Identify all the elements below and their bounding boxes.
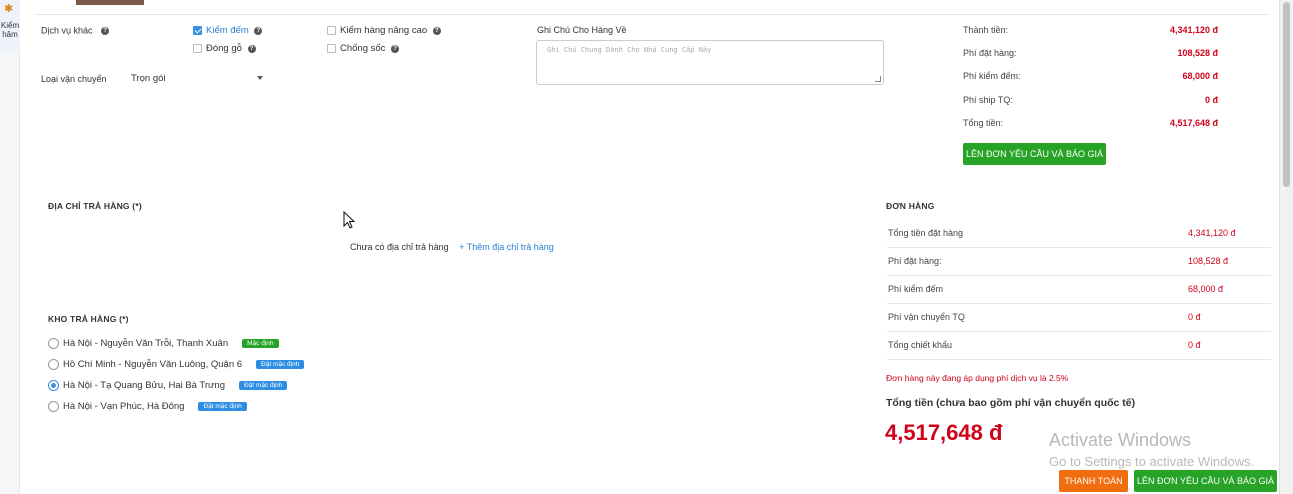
summary-row: Phí kiểm đếm: 68,000 đ (963, 71, 1218, 81)
option-chong-soc[interactable]: Chống sốc ? (327, 43, 400, 54)
help-icon[interactable]: ? (391, 44, 400, 53)
order-title: ĐƠN HÀNG (886, 201, 935, 211)
set-default-button[interactable]: Đặt mặc định (198, 402, 247, 411)
resize-handle-icon[interactable] (875, 76, 881, 82)
services-label-group: Dịch vụ khác ? (41, 25, 110, 36)
address-empty-text: Chưa có địa chỉ trả hàng (350, 242, 449, 252)
total-amount: 4,517,648 đ (885, 420, 1003, 445)
option-kiem-dem[interactable]: Kiểm đếm ? (193, 25, 263, 36)
warehouse-option[interactable]: Hà Nội - Nguyễn Văn Trỗi, Thanh Xuân Mặc … (48, 338, 279, 352)
quote-button-top[interactable]: LÊN ĐƠN YÊU CẦU VÀ BÁO GIÁ (963, 143, 1106, 165)
warehouse-radio[interactable] (48, 401, 59, 412)
note-label: Ghi Chú Cho Hàng Về (537, 25, 627, 35)
service-fee-notice: Đơn hàng này đang áp dụng phí dịch vụ là… (886, 373, 1069, 383)
order-row: Phí vận chuyển TQ 0 đ (887, 304, 1271, 332)
order-row: Tổng chiết khấu 0 đ (887, 332, 1271, 360)
warehouse-radio[interactable] (48, 359, 59, 370)
activation-watermark-title: Activate Windows (1049, 430, 1192, 450)
help-icon[interactable]: ? (254, 26, 263, 35)
checkbox-kiem-hang-nang-cao[interactable] (327, 26, 336, 35)
help-icon[interactable]: ? (432, 26, 441, 35)
total-label: Tổng tiền (chưa bao gồm phí vận chuyển q… (886, 397, 1136, 409)
services-label: Dịch vụ khác (41, 25, 93, 36)
shipping-selected-value: Trọn gói (131, 73, 166, 84)
default-badge: Mặc định (242, 339, 279, 348)
checkbox-chong-soc[interactable] (327, 44, 336, 53)
checkbox-kiem-dem[interactable] (193, 26, 202, 35)
sidebar-item-label: Kiểm hâm (0, 21, 20, 39)
add-address-link[interactable]: + Thêm địa chỉ trả hàng (459, 242, 554, 252)
summary-row: Thành tiền: 4,341,120 đ (963, 25, 1218, 35)
sidebar-item-inspect[interactable]: ✱ Kiểm hâm (0, 0, 20, 50)
shipping-label: Loại vận chuyển (41, 74, 107, 84)
activation-watermark-text: Go to Settings to activate Windows. (1049, 454, 1255, 469)
option-dong-go[interactable]: Đóng gỗ ? (193, 43, 256, 54)
set-default-button[interactable]: Đặt mặc định (238, 381, 288, 390)
help-icon[interactable]: ? (101, 26, 110, 35)
summary-row: Phí đặt hàng: 108,528 đ (963, 48, 1218, 58)
chevron-down-icon (257, 76, 263, 80)
quote-button-bottom[interactable]: LÊN ĐƠN YÊU CẦU VÀ BÁO GIÁ (1134, 470, 1277, 492)
cursor-icon (343, 211, 356, 229)
set-default-button[interactable]: Đặt mặc định (256, 360, 305, 369)
warehouse-option[interactable]: Hà Nội - Tạ Quang Bửu, Hai Bà Trưng Đặt m… (48, 380, 288, 394)
order-row: Phí đặt hàng: 108,528 đ (887, 248, 1271, 276)
warehouse-radio[interactable] (48, 338, 59, 349)
scrollbar-thumb[interactable] (1283, 2, 1290, 187)
option-kiem-hang-nang-cao[interactable]: Kiểm hàng nâng cao ? (327, 25, 441, 36)
product-thumbnail (76, 0, 144, 5)
divider (35, 14, 1270, 15)
address-title: ĐỊA CHỈ TRẢ HÀNG (*) (48, 201, 142, 211)
shipping-select[interactable]: Trọn gói (131, 73, 263, 87)
summary-row: Tổng tiền: 4,517,648 đ (963, 118, 1218, 128)
gear-icon: ✱ (4, 3, 14, 15)
order-row: Tổng tiền đặt hàng 4,341,120 đ (887, 220, 1271, 248)
left-sidebar: ✱ Kiểm hâm (0, 0, 20, 494)
summary-row: Phí ship TQ: 0 đ (963, 95, 1218, 105)
order-row: Phí kiểm đếm 68,000 đ (887, 276, 1271, 304)
warehouse-title: KHO TRẢ HÀNG (*) (48, 314, 129, 324)
page-scrollbar[interactable] (1279, 0, 1293, 494)
address-empty: Chưa có địa chỉ trả hàng + Thêm địa chỉ … (350, 242, 554, 252)
warehouse-radio[interactable] (48, 380, 59, 391)
pay-button[interactable]: THANH TOÁN (1059, 470, 1128, 492)
note-placeholder: Ghi Chú Chung Dành Cho Nhà Cung Cấp Này (547, 46, 712, 54)
warehouse-option[interactable]: Hồ Chí Minh - Nguyễn Văn Luông, Quận 6 Đặ… (48, 359, 305, 373)
warehouse-option[interactable]: Hà Nội - Vạn Phúc, Hà Đông Đặt mặc định (48, 401, 247, 415)
checkbox-dong-go[interactable] (193, 44, 202, 53)
note-textarea[interactable]: Ghi Chú Chung Dành Cho Nhà Cung Cấp Này (536, 40, 884, 85)
help-icon[interactable]: ? (247, 44, 256, 53)
